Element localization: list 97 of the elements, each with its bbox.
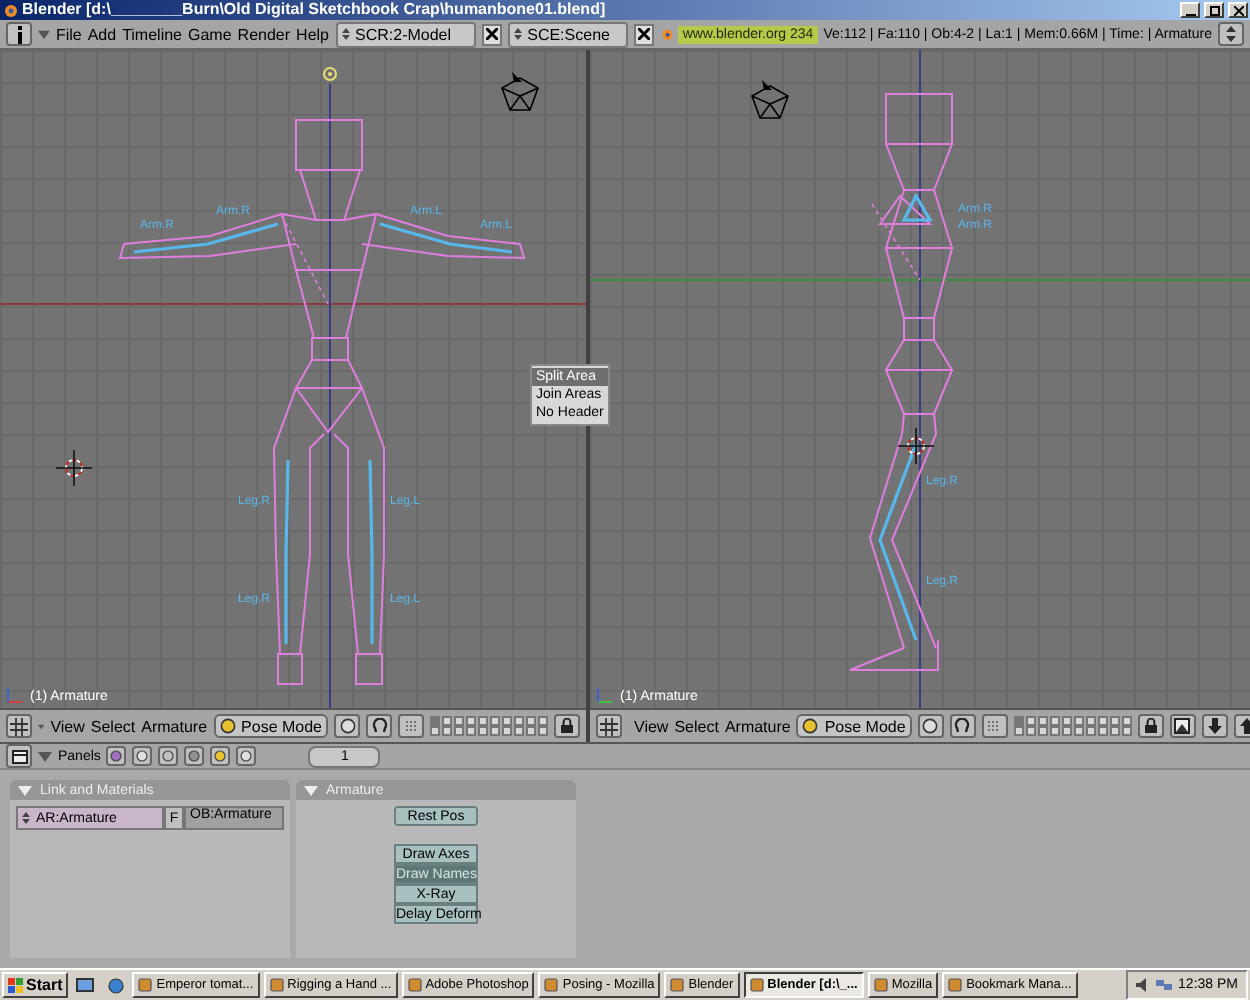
3d-cursor-icon (55, 449, 93, 487)
manipulator-button[interactable] (366, 714, 392, 739)
menu-item[interactable]: Render (237, 25, 291, 43)
window-icon (11, 749, 27, 763)
3d-cursor-icon (897, 427, 935, 465)
menu-item[interactable]: View (634, 717, 669, 736)
close-icon (1233, 5, 1243, 15)
close-icon (637, 28, 650, 40)
picture-icon (1174, 718, 1191, 735)
pose-mode-icon (802, 718, 819, 735)
screen-field[interactable]: SCR:2-Model (335, 21, 476, 47)
lock-icon (1143, 718, 1158, 735)
down-arrow-icon (1207, 718, 1222, 735)
app-icon (138, 978, 153, 992)
updown-icon (513, 28, 522, 40)
menu-item[interactable]: Select (674, 717, 719, 736)
close-icon (485, 28, 498, 40)
context-button[interactable] (236, 746, 257, 766)
quick-launch-button[interactable] (72, 973, 99, 997)
updown-icon (22, 812, 30, 824)
menu-item[interactable]: Armature (141, 717, 208, 736)
delete-scene-button[interactable] (633, 23, 654, 45)
close-button[interactable] (1228, 2, 1248, 18)
manipulator-button[interactable] (949, 714, 976, 739)
blender-logo-icon (659, 26, 673, 42)
triangle-icon[interactable] (38, 29, 50, 39)
triangle-icon[interactable] (304, 785, 318, 795)
scroll-button[interactable] (1218, 22, 1244, 46)
app-icon (544, 978, 559, 992)
menu-item[interactable]: Game (188, 25, 232, 43)
app-icon (873, 978, 888, 992)
info-icon (15, 25, 23, 43)
maximize-button[interactable] (1204, 2, 1224, 18)
context-button[interactable] (106, 746, 127, 766)
menu-item[interactable]: Select (90, 717, 136, 736)
dots-icon (403, 718, 419, 735)
menu-item[interactable]: Armature (724, 717, 791, 736)
up-arrow-icon (1239, 718, 1250, 735)
window-type-button[interactable] (6, 714, 32, 739)
lamp-icon (323, 67, 337, 81)
menu-item[interactable]: File (55, 25, 82, 43)
draw-type-button[interactable] (334, 714, 360, 739)
axis-gizmo-icon (6, 686, 24, 705)
horseshoe-icon (371, 718, 387, 735)
app-icon (948, 978, 963, 992)
updown-icon (1226, 26, 1236, 42)
context-button[interactable] (184, 746, 205, 766)
app-icon (407, 978, 422, 992)
context-button[interactable] (132, 746, 153, 766)
lock-icon (560, 718, 574, 735)
maximize-icon (1209, 5, 1219, 15)
desktop-icon (76, 977, 95, 993)
window-type-button[interactable] (6, 744, 32, 768)
axis-gizmo-icon (596, 686, 614, 705)
draw-type-button[interactable] (917, 714, 944, 739)
window-type-button[interactable] (596, 714, 622, 739)
app-icon (670, 978, 685, 992)
app-icon (749, 978, 764, 992)
updown-icon (341, 28, 349, 40)
menu-item[interactable]: Add (87, 25, 117, 43)
context-button[interactable] (210, 746, 231, 766)
triangle-icon[interactable] (38, 751, 52, 761)
pose-mode-icon (219, 718, 236, 735)
blender-logo-icon (2, 2, 18, 18)
triangle-icon[interactable] (18, 785, 32, 795)
scene-name: SCE:Scene (527, 25, 612, 43)
menu-item[interactable]: Help (296, 25, 329, 43)
grid-icon (10, 717, 28, 736)
window-type-button[interactable] (6, 22, 32, 46)
horseshoe-icon (954, 718, 971, 735)
screen-name: SCR:2-Model (355, 25, 454, 43)
grid-icon (600, 717, 618, 736)
render-button[interactable] (1169, 714, 1196, 739)
windows-logo-icon (8, 977, 24, 993)
app-icon (269, 978, 284, 992)
scene-field[interactable]: SCE:Scene (507, 21, 628, 47)
menu-item[interactable]: View (50, 717, 85, 736)
start-button[interactable]: Start (2, 972, 69, 998)
sphere-icon (339, 718, 355, 735)
dots-icon (986, 718, 1003, 735)
delete-screen-button[interactable] (481, 23, 502, 45)
network-icon (1156, 978, 1173, 992)
lock-button[interactable] (1137, 714, 1164, 739)
camera-icon (501, 72, 539, 111)
quick-launch-button[interactable] (102, 973, 129, 997)
globe-icon (107, 977, 124, 993)
context-button[interactable] (158, 746, 179, 766)
mode-dropdown[interactable]: Pose Mode (796, 714, 912, 739)
speaker-icon (1136, 978, 1151, 992)
mode-dropdown[interactable]: Pose Mode (213, 714, 328, 739)
sphere-icon (922, 718, 939, 735)
camera-icon (751, 80, 789, 119)
menu-item[interactable]: Timeline (122, 25, 182, 43)
lock-button[interactable] (554, 714, 580, 739)
copy-pose-button[interactable] (1201, 714, 1228, 739)
minimize-button[interactable] (1180, 2, 1200, 18)
window-title: Blender [d:\________Burn\Old Digital Sketchbook Crap\humanbone01.blend] (22, 0, 608, 20)
